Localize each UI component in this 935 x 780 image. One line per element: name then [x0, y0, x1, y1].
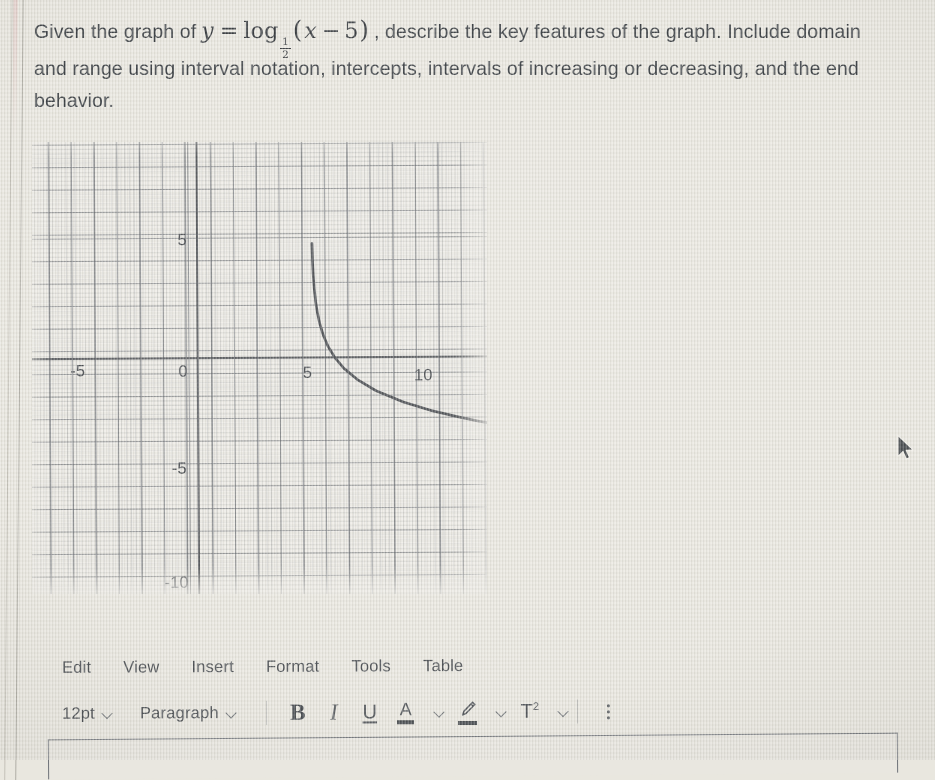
superscript-button[interactable]: T2	[513, 696, 547, 728]
format-toolbar: 12pt Paragraph B I U A T2	[0, 690, 935, 734]
text-color-dropdown[interactable]	[425, 696, 449, 728]
highlight-color-dropdown[interactable]	[487, 696, 511, 728]
math-equals-sign: =	[219, 19, 239, 44]
menu-item-edit[interactable]: Edit	[62, 658, 91, 677]
answer-editor-area[interactable]	[47, 732, 899, 780]
text-color-icon: A	[397, 699, 415, 725]
superscript-base: T	[520, 700, 533, 723]
math-base-denominator: 2	[282, 48, 289, 61]
highlighter-pen-glyph	[461, 701, 476, 716]
text-color-button[interactable]: A	[389, 696, 423, 728]
math-lhs-y: y	[201, 19, 214, 44]
text-color-swatch	[397, 720, 415, 725]
math-close-paren: )	[359, 16, 369, 44]
math-log-operator: log	[243, 19, 279, 44]
menu-item-table[interactable]: Table	[423, 657, 464, 676]
chevron-down-icon	[435, 707, 446, 718]
font-size-value: 12pt	[61, 704, 95, 723]
chevron-down-icon	[103, 708, 114, 719]
menu-item-format[interactable]: Format	[266, 657, 320, 676]
math-base-numerator: 1	[282, 36, 289, 48]
chevron-down-icon	[497, 706, 508, 717]
highlight-color-swatch	[458, 720, 478, 725]
menu-item-insert[interactable]: Insert	[191, 658, 234, 677]
graph-edge-fade	[32, 142, 487, 594]
toolbar-divider-2	[576, 699, 578, 724]
superscript-dropdown[interactable]	[549, 696, 573, 728]
graph-image: -5 0 5 10 5 -5 -10	[32, 142, 487, 594]
superscript-exponent: 2	[532, 700, 539, 713]
chevron-down-icon	[559, 706, 570, 717]
mouse-cursor	[896, 434, 918, 469]
question-text-after-equation: , describe the key features of the graph…	[373, 21, 861, 43]
highlighter-icon	[458, 699, 478, 725]
question-line-3: behavior.	[34, 90, 115, 113]
bold-button[interactable]: B	[281, 697, 315, 729]
question-text-before-equation: Given the graph of	[34, 21, 197, 43]
paragraph-style-value: Paragraph	[139, 703, 219, 722]
more-options-icon	[599, 699, 619, 723]
math-constant-5: 5	[344, 19, 359, 44]
math-variable-x: x	[304, 19, 317, 44]
menu-item-view[interactable]: View	[123, 658, 159, 677]
math-open-paren: (	[292, 16, 303, 44]
highlight-color-button[interactable]	[451, 696, 485, 728]
editor-menu-bar: Edit View Insert Format Tools Table	[0, 648, 935, 684]
superscript-icon: T2	[521, 700, 539, 723]
text-color-letter: A	[399, 699, 412, 720]
chevron-down-icon	[227, 708, 238, 719]
math-log-base-fraction: 1 2	[280, 37, 291, 60]
question-prompt: Given the graph of y = log 1 2 ( x − 5 )…	[34, 14, 920, 117]
question-line-1: Given the graph of y = log 1 2 ( x − 5 )…	[34, 14, 920, 60]
math-minus-sign: −	[321, 19, 341, 44]
toolbar-divider	[265, 700, 267, 725]
italic-button[interactable]: I	[317, 697, 351, 729]
mouse-pointer-icon	[897, 434, 914, 460]
more-options-button[interactable]	[592, 695, 626, 727]
question-line-2: and range using interval notation, inter…	[34, 58, 859, 81]
menu-item-tools[interactable]: Tools	[351, 657, 391, 676]
paragraph-style-dropdown[interactable]: Paragraph	[140, 704, 238, 723]
page-left-edge-highlight	[12, 0, 18, 141]
graph-canvas: -5 0 5 10 5 -5 -10	[32, 142, 487, 594]
underline-button[interactable]: U	[353, 696, 387, 728]
font-size-dropdown[interactable]: 12pt	[62, 704, 114, 723]
math-expression-log: y = log 1 2 ( x − 5 )	[200, 14, 370, 60]
